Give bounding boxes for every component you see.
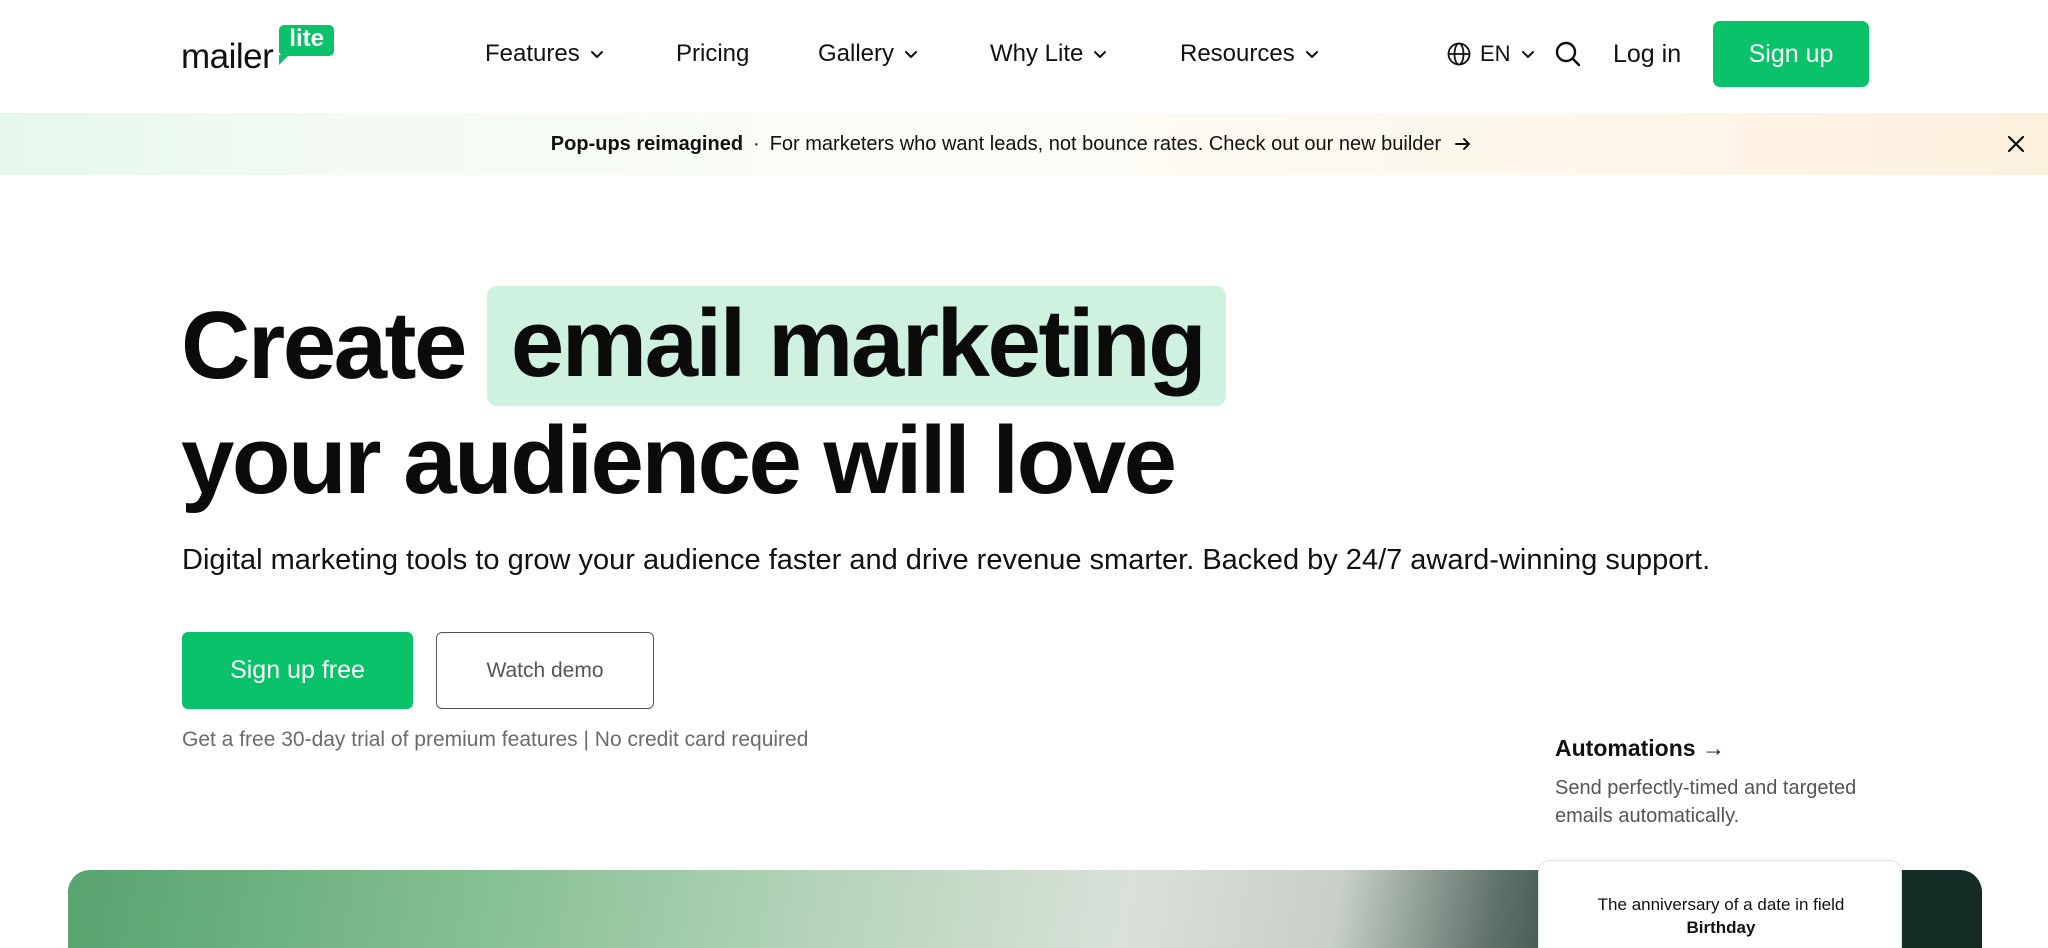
announcement-separator: · [753, 132, 760, 155]
trial-note: Get a free 30-day trial of premium featu… [182, 728, 809, 751]
announcement-text: For marketers who want leads, not bounce… [769, 132, 1442, 155]
nav-item-resources[interactable]: Resources [1180, 36, 1321, 72]
language-code: EN [1480, 41, 1511, 66]
chevron-down-icon [902, 45, 920, 63]
nav-item-gallery[interactable]: Gallery [818, 36, 920, 72]
automation-trigger-label: The anniversary of a date in field [1597, 895, 1845, 914]
chevron-down-icon [1091, 45, 1109, 63]
language-selector[interactable]: EN [1446, 38, 1537, 70]
logo-badge: lite [279, 24, 334, 66]
nav-item-label: Pricing [676, 40, 750, 67]
hero-title-highlight: email marketing [486, 286, 1227, 406]
watch-demo-button[interactable]: Watch demo [436, 632, 654, 709]
automation-trigger-card: The anniversary of a date in field Birth… [1538, 860, 1902, 948]
hero-subtitle: Digital marketing tools to grow your aud… [182, 544, 1711, 576]
announcement-link[interactable]: Pop-ups reimagined · For marketers who w… [551, 133, 1473, 156]
nav-item-label: Why Lite [990, 40, 1084, 67]
automation-trigger-field: Birthday [1686, 917, 1756, 937]
nav-item-features[interactable]: Features [485, 36, 606, 72]
close-icon[interactable] [2005, 133, 2027, 155]
arrow-right-icon [1455, 138, 1471, 150]
chevron-down-icon [1303, 45, 1321, 63]
nav-item-label: Gallery [818, 40, 895, 67]
signup-free-button[interactable]: Sign up free [182, 632, 413, 709]
globe-icon [1447, 42, 1471, 66]
mailerlite-logo[interactable]: mailer lite [181, 24, 334, 76]
chevron-down-icon [1519, 45, 1537, 63]
automations-description: Send perfectly-timed and targeted emails… [1555, 777, 1857, 827]
automation-trigger-text: The anniversary of a date in field Birth… [1539, 894, 1903, 940]
nav-item-label: Resources [1180, 40, 1295, 67]
site-header: mailer lite Features Pricing Gallery Why… [0, 0, 2048, 113]
hero-title-line-1: Create email marketing [181, 286, 1227, 406]
automations-link[interactable]: Automations → [1555, 735, 1725, 762]
chevron-down-icon [588, 45, 606, 63]
logo-wordmark: mailer [181, 37, 274, 76]
login-link[interactable]: Log in [1613, 36, 1681, 72]
nav-item-pricing[interactable]: Pricing [676, 36, 749, 72]
search-icon[interactable] [1554, 40, 1582, 68]
announcement-title: Pop-ups reimagined [550, 132, 744, 155]
nav-item-label: Features [485, 40, 580, 67]
hero-title-line-2: your audience will love [181, 407, 1177, 514]
announcement-banner: Pop-ups reimagined · For marketers who w… [0, 113, 2048, 175]
hero-title-word: Create [181, 292, 467, 399]
signup-button[interactable]: Sign up [1713, 21, 1869, 87]
nav-item-why-lite[interactable]: Why Lite [990, 36, 1109, 72]
